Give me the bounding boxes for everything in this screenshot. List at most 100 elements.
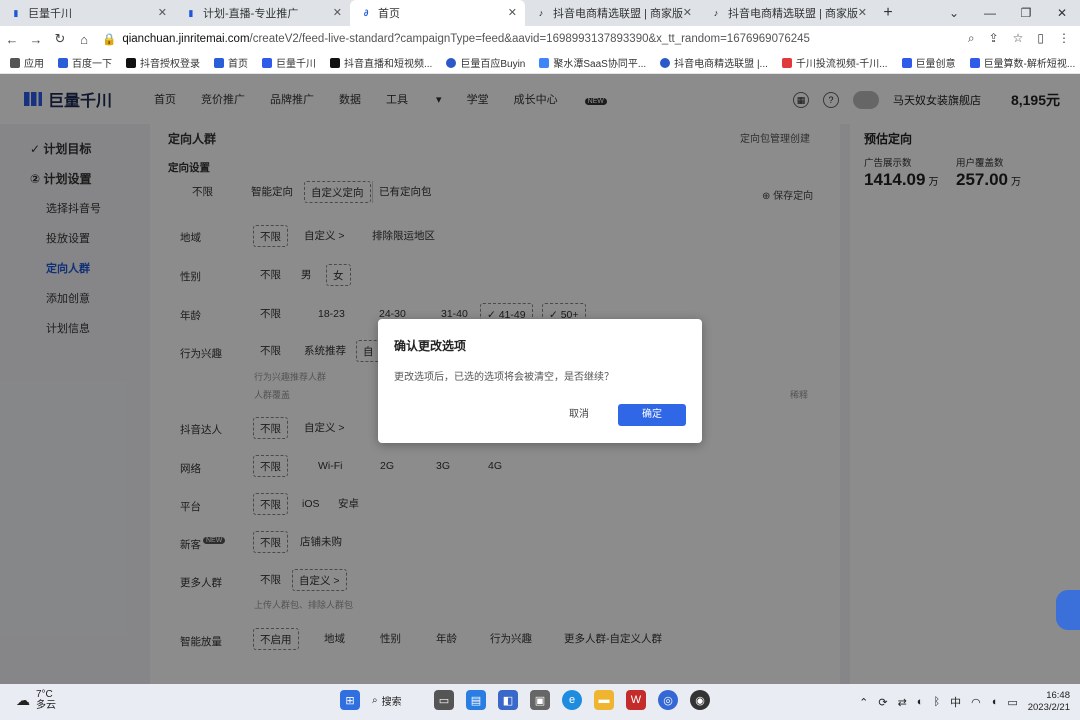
bookmark-item[interactable]: 抖音授权登录 [126,55,200,70]
wps-icon[interactable]: W [626,690,646,710]
browser-tab-active[interactable]: ∂ 首页 ✕ [350,0,525,26]
url-field[interactable]: 🔒 qianchuan.jinritemai.com/createV2/feed… [102,32,810,46]
temperature: 7°C [36,689,53,700]
taskbar-apps: ⊞ ⌕ 搜索 ▭ ▤ ◧ ▣ e ▬ W ◎ ◉ [340,690,710,710]
bookmark-item[interactable]: 抖音电商精选联盟 |... [660,55,768,70]
taskbar-search[interactable]: ⌕ 搜索 [372,693,422,708]
browser-tab-bar: ▮ 巨量千川 ✕ ▮ 计划-直播-专业推广 ✕ ∂ 首页 ✕ ♪ 抖音电商精选联盟 | 商家版… [0,0,1080,26]
close-icon[interactable]: ✕ [1044,0,1080,26]
tiktok-favicon-icon: ♪ [713,8,719,18]
confirm-dialog: 确认更改选项 更改选项后，已选的选项将会被清空，是否继续？ 取消 确定 [378,319,702,443]
ime-indicator[interactable]: 中 [950,694,961,710]
menu-icon[interactable]: ⋮ [1058,31,1070,46]
chat-icon[interactable]: ▣ [530,690,550,710]
window-controls: ⌄ — ❐ ✕ [936,0,1080,26]
alliance-icon [660,57,671,68]
close-icon[interactable]: ✕ [508,6,517,19]
bookmark-item[interactable]: 巨量算数-解析短视... [969,55,1075,70]
bookmark-item[interactable]: 巨量千川 [262,55,316,70]
sync-icon[interactable]: ⟳ [878,696,887,709]
sidebar-icon[interactable]: ▯ [1037,31,1044,46]
close-icon[interactable]: ✕ [158,6,167,19]
app-icon[interactable]: ◉ [690,690,710,710]
reload-icon[interactable]: ↻ [48,31,72,47]
baidu-icon [58,57,68,68]
weather-widget[interactable]: ☁ 7°C 多云 [16,689,56,711]
star-icon[interactable]: ☆ [1013,31,1024,46]
qianchuan-favicon-icon: ▮ [188,8,194,18]
bookmark-item[interactable]: 巨量百应Buyin [446,55,525,70]
folder-icon[interactable]: ▬ [594,690,614,710]
chevron-down-icon[interactable]: ⌄ [936,0,972,26]
search-icon[interactable]: ⌕ [968,31,975,46]
wifi-icon[interactable]: ◠ [971,696,981,709]
tiktok-icon [330,57,340,68]
qianchuan-favicon-icon: ▮ [13,8,19,18]
close-icon[interactable]: ✕ [333,6,342,19]
bookmark-item[interactable]: 首页 [214,55,248,70]
tab-title: 抖音电商精选联盟 | 商家版 [553,8,683,20]
bookmark-item[interactable]: 抖音直播和短视频... [330,55,432,70]
qianchuan-icon [262,57,272,68]
new-tab-button[interactable]: + [875,0,901,26]
tab-title: 抖音电商精选联盟 | 商家版 [728,8,858,20]
bookmarks-bar: 应用 百度一下 抖音授权登录 首页 巨量千川 抖音直播和短视频... 巨量百应B… [0,52,1080,74]
app-tray-icon[interactable]: ◐ [917,696,924,708]
store-icon[interactable]: ◧ [498,690,518,710]
baidu-favicon-icon: ∂ [363,8,369,18]
tab-title: 计划-直播-专业推广 [203,8,299,20]
suanshu-icon [969,57,980,68]
chuangyi-icon [901,57,912,68]
buyin-icon [446,57,457,68]
dialog-message: 更改选项后，已选的选项将会被清空，是否继续？ [394,372,614,383]
chrome-icon[interactable]: ◎ [658,690,678,710]
browser-tab[interactable]: ▮ 计划-直播-专业推广 ✕ [175,0,350,26]
task-view-icon[interactable]: ▭ [434,690,454,710]
system-tray: ⌃ ⟳ ⇄ ◐ ᛒ 中 ◠ ◖ ▭ 16:48 2023/2/21 [859,690,1070,714]
bluetooth-icon[interactable]: ᛒ [933,696,940,708]
customer-service-icon[interactable] [1056,590,1080,630]
close-icon[interactable]: ✕ [858,6,867,19]
widgets-icon[interactable]: ▤ [466,690,486,710]
chevron-up-icon[interactable]: ⌃ [859,696,868,709]
video-icon [781,57,792,68]
taskbar: ☁ 7°C 多云 ⊞ ⌕ 搜索 ▭ ▤ ◧ ▣ e ▬ W ◎ ◉ ⌃ ⟳ ⇄ ◐ … [0,684,1080,720]
bookmark-apps[interactable]: 应用 [10,55,44,70]
swap-icon[interactable]: ⇄ [898,696,907,709]
bookmark-item[interactable]: 百度一下 [58,55,112,70]
minimize-icon[interactable]: — [972,0,1008,26]
address-bar-actions: ⌕ ⇪ ☆ ▯ ⋮ [968,31,1070,46]
forward-icon[interactable]: → [24,32,48,47]
back-icon[interactable]: ← [0,32,24,47]
share-icon[interactable]: ⇪ [989,31,999,46]
search-icon: ⌕ [372,694,378,706]
tiktok-icon [126,57,136,68]
address-bar: ← → ↻ ⌂ 🔒 qianchuan.jinritemai.com/creat… [0,26,1080,52]
volume-icon[interactable]: ◖ [991,696,998,708]
bookmark-item[interactable]: 千川投流视频-千川... [781,55,888,70]
maximize-icon[interactable]: ❐ [1008,0,1044,26]
dialog-title: 确认更改选项 [394,339,467,353]
home-icon[interactable]: ⌂ [72,32,96,47]
lock-icon: 🔒 [102,34,117,46]
windows-start-icon[interactable]: ⊞ [340,690,360,710]
bookmark-item[interactable]: 巨量创意 [901,55,956,70]
url-domain: qianchuan.jinritemai.com [122,33,250,45]
clock[interactable]: 16:48 2023/2/21 [1028,690,1070,714]
tiktok-favicon-icon: ♪ [538,8,544,18]
tab-title: 首页 [378,8,400,20]
weather-desc: 多云 [36,700,56,711]
cancel-button[interactable]: 取消 [558,404,600,426]
apps-grid-icon [10,57,20,68]
browser-tab[interactable]: ♪ 抖音电商精选联盟 | 商家版 ✕ [700,0,875,26]
browser-tab[interactable]: ▮ 巨量千川 ✕ [0,0,175,26]
browser-tab[interactable]: ♪ 抖音电商精选联盟 | 商家版 ✕ [525,0,700,26]
confirm-button[interactable]: 确定 [618,404,686,426]
baidu-icon [214,57,224,68]
edge-icon[interactable]: e [562,690,582,710]
cloud-icon: ☁ [16,691,30,708]
bookmark-item[interactable]: 聚水潭SaaS协同平... [539,55,646,70]
battery-icon[interactable]: ▭ [1007,696,1017,709]
close-icon[interactable]: ✕ [683,6,692,19]
jushuitan-icon [539,57,550,68]
